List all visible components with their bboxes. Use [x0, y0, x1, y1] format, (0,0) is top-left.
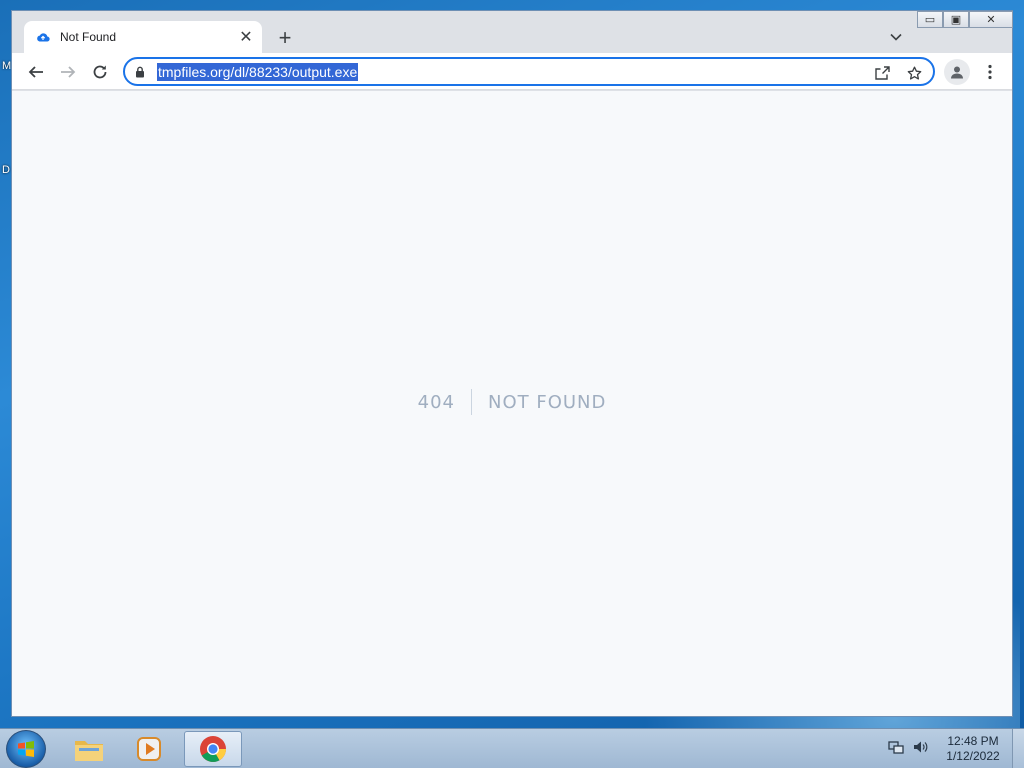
- chevron-down-icon[interactable]: [884, 25, 908, 49]
- lock-icon[interactable]: [135, 66, 149, 78]
- tab-not-found[interactable]: Not Found ✕: [24, 21, 262, 53]
- taskbar-media-player[interactable]: [120, 731, 178, 767]
- error-code: 404: [417, 391, 455, 413]
- browser-toolbar: tmpfiles.org/dl/88233/output.exe: [12, 53, 1012, 90]
- chrome-icon: [200, 736, 226, 762]
- tab-title: Not Found: [60, 30, 117, 44]
- minimize-button[interactable]: ▭: [917, 11, 943, 28]
- network-icon[interactable]: [888, 739, 904, 760]
- folder-icon: [75, 741, 103, 761]
- cloud-icon: [36, 30, 50, 44]
- volume-icon[interactable]: [912, 739, 930, 760]
- close-window-button[interactable]: ✕: [969, 11, 1013, 28]
- restore-button[interactable]: ▣: [943, 11, 969, 28]
- share-icon[interactable]: [871, 62, 893, 84]
- clock-date: 1/12/2022: [946, 749, 1000, 763]
- forward-button[interactable]: [54, 58, 82, 86]
- back-button[interactable]: [22, 58, 50, 86]
- reload-icon: [93, 65, 107, 79]
- start-button[interactable]: [6, 730, 46, 768]
- url-text[interactable]: tmpfiles.org/dl/88233/output.exe: [157, 62, 359, 81]
- more-menu-icon[interactable]: [978, 59, 1002, 85]
- address-bar[interactable]: tmpfiles.org/dl/88233/output.exe: [123, 57, 935, 86]
- profile-avatar-icon[interactable]: [944, 59, 970, 85]
- arrow-right-icon: [61, 66, 76, 78]
- windows-logo-icon: [18, 741, 34, 757]
- taskbar-clock[interactable]: 12:48 PM 1/12/2022: [938, 734, 1008, 764]
- media-player-icon: [137, 737, 161, 761]
- desktop-icon-label[interactable]: D: [2, 164, 10, 176]
- error-message: 404 NOT FOUND: [12, 389, 1012, 415]
- desktop-icon-label[interactable]: M: [2, 60, 11, 72]
- bookmark-star-icon[interactable]: [903, 62, 925, 84]
- browser-window: Not Found ✕ + ▭ ▣ ✕ tmpfiles.org/dl/8823…: [11, 10, 1013, 717]
- taskbar: 12:48 PM 1/12/2022: [0, 728, 1024, 768]
- reload-button[interactable]: [86, 58, 114, 86]
- arrow-left-icon: [28, 66, 43, 78]
- window-controls: ▭ ▣ ✕: [917, 11, 1013, 29]
- tab-strip: Not Found ✕ + ▭ ▣ ✕: [12, 11, 1013, 53]
- show-desktop-button[interactable]: [1012, 729, 1024, 768]
- taskbar-chrome[interactable]: [184, 731, 242, 767]
- taskbar-explorer[interactable]: [60, 731, 118, 767]
- page-content: 404 NOT FOUND: [12, 91, 1012, 716]
- new-tab-button[interactable]: +: [272, 25, 298, 51]
- system-tray: [888, 739, 930, 760]
- close-tab-icon[interactable]: ✕: [236, 27, 256, 47]
- error-text: NOT FOUND: [487, 391, 607, 413]
- clock-time: 12:48 PM: [947, 734, 999, 748]
